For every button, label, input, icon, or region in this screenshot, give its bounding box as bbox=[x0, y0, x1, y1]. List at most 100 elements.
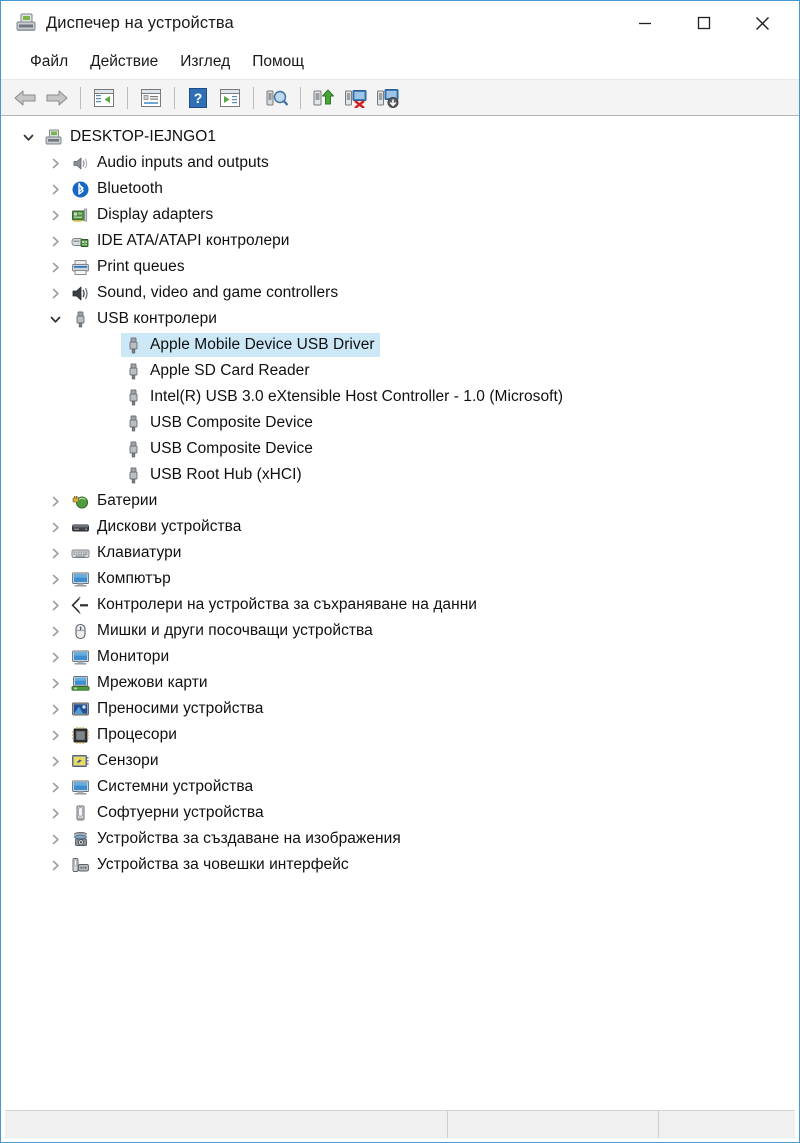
chevron-right-icon[interactable] bbox=[42, 488, 68, 514]
menu-item-view[interactable]: Изглед bbox=[169, 50, 241, 75]
tree-node-content[interactable]: IDE ATA/ATAPI контролери bbox=[68, 229, 295, 253]
tree-node-content[interactable]: Устройства за човешки интерфейс bbox=[68, 853, 354, 877]
tree-node[interactable]: Дискови устройства bbox=[1, 514, 799, 540]
tree-node-content[interactable]: DESKTOP-IEJNGO1 bbox=[41, 125, 221, 149]
enable-device-icon[interactable] bbox=[372, 84, 404, 112]
chevron-right-icon[interactable] bbox=[42, 254, 68, 280]
chevron-right-icon[interactable] bbox=[42, 826, 68, 852]
chevron-right-icon[interactable] bbox=[42, 150, 68, 176]
tree-node-content[interactable]: Монитори bbox=[68, 645, 174, 669]
chevron-right-icon[interactable] bbox=[42, 280, 68, 306]
tree-node[interactable]: Print queues bbox=[1, 254, 799, 280]
help-icon[interactable]: ? bbox=[182, 84, 214, 112]
minimize-button[interactable] bbox=[622, 8, 668, 38]
menu-item-help[interactable]: Помощ bbox=[241, 50, 315, 75]
tree-node[interactable]: Bluetooth bbox=[1, 176, 799, 202]
tree-node[interactable]: USB Composite Device bbox=[1, 436, 799, 462]
tree-node[interactable]: Процесори bbox=[1, 722, 799, 748]
tree-node[interactable]: Клавиатури bbox=[1, 540, 799, 566]
tree-node-content[interactable]: Print queues bbox=[68, 255, 190, 279]
chevron-right-icon[interactable] bbox=[42, 228, 68, 254]
tree-node[interactable]: Устройства за създаване на изображения bbox=[1, 826, 799, 852]
tree-node[interactable]: Apple Mobile Device USB Driver bbox=[1, 332, 799, 358]
chevron-right-icon[interactable] bbox=[42, 540, 68, 566]
chevron-right-icon[interactable] bbox=[42, 748, 68, 774]
chevron-right-icon[interactable] bbox=[42, 722, 68, 748]
tree-node-content[interactable]: USB Composite Device bbox=[121, 411, 318, 435]
tree-node-content[interactable]: Мишки и други посочващи устройства bbox=[68, 619, 378, 643]
tree-node[interactable]: Мрежови карти bbox=[1, 670, 799, 696]
status-pane-main bbox=[5, 1111, 448, 1138]
tree-node-content[interactable]: USB Composite Device bbox=[121, 437, 318, 461]
tree-node-content[interactable]: Мрежови карти bbox=[68, 671, 213, 695]
tree-node-content[interactable]: Display adapters bbox=[68, 203, 218, 227]
tree-node[interactable]: Display adapters bbox=[1, 202, 799, 228]
tree-node[interactable]: Сензори bbox=[1, 748, 799, 774]
forward-arrow-icon[interactable] bbox=[41, 84, 73, 112]
tree-node-content[interactable]: Sound, video and game controllers bbox=[68, 281, 343, 305]
chevron-right-icon[interactable] bbox=[42, 202, 68, 228]
chevron-right-icon[interactable] bbox=[42, 644, 68, 670]
tree-node[interactable]: Sound, video and game controllers bbox=[1, 280, 799, 306]
show-hide-console-tree-icon[interactable] bbox=[88, 84, 120, 112]
maximize-button[interactable] bbox=[681, 8, 727, 38]
tree-node-content[interactable]: Софтуерни устройства bbox=[68, 801, 269, 825]
chevron-right-icon[interactable] bbox=[42, 566, 68, 592]
scan-for-hardware-changes-icon[interactable] bbox=[261, 84, 293, 112]
device-tree[interactable]: DESKTOP-IEJNGO1 Audio inputs and outputs B… bbox=[1, 116, 799, 1104]
tree-node-content[interactable]: Процесори bbox=[68, 723, 182, 747]
tree-node[interactable]: Audio inputs and outputs bbox=[1, 150, 799, 176]
properties-icon[interactable] bbox=[135, 84, 167, 112]
close-button[interactable] bbox=[739, 8, 785, 38]
chevron-down-icon[interactable] bbox=[15, 124, 41, 150]
tree-node-content[interactable]: Bluetooth bbox=[68, 177, 168, 201]
tree-node-content[interactable]: Контролери на устройства за съхраняване … bbox=[68, 593, 482, 617]
tree-node-content[interactable]: Сензори bbox=[68, 749, 164, 773]
chevron-right-icon[interactable] bbox=[42, 696, 68, 722]
tree-node-content[interactable]: Батерии bbox=[68, 489, 162, 513]
tree-node[interactable]: Преносими устройства bbox=[1, 696, 799, 722]
chevron-right-icon[interactable] bbox=[42, 514, 68, 540]
menu-item-file[interactable]: Файл bbox=[19, 50, 79, 75]
tree-node-content[interactable]: USB Root Hub (xHCI) bbox=[121, 463, 307, 487]
tree-node-content[interactable]: Преносими устройства bbox=[68, 697, 268, 721]
tree-node-content[interactable]: Intel(R) USB 3.0 eXtensible Host Control… bbox=[121, 385, 568, 409]
update-driver-icon[interactable] bbox=[308, 84, 340, 112]
tree-node[interactable]: USB контролери bbox=[1, 306, 799, 332]
tree-node-content[interactable]: Клавиатури bbox=[68, 541, 187, 565]
uninstall-device-icon[interactable] bbox=[340, 84, 372, 112]
chevron-right-icon[interactable] bbox=[42, 618, 68, 644]
chevron-right-icon[interactable] bbox=[42, 774, 68, 800]
tree-node-content[interactable]: USB контролери bbox=[68, 307, 222, 331]
chevron-right-icon[interactable] bbox=[42, 592, 68, 618]
chevron-right-icon[interactable] bbox=[42, 852, 68, 878]
tree-node-content[interactable]: Audio inputs and outputs bbox=[68, 151, 274, 175]
tree-node-content[interactable]: Apple SD Card Reader bbox=[121, 359, 315, 383]
tree-node[interactable]: USB Composite Device bbox=[1, 410, 799, 436]
tree-node[interactable]: Софтуерни устройства bbox=[1, 800, 799, 826]
tree-node-content[interactable]: Дискови устройства bbox=[68, 515, 246, 539]
tree-node-content[interactable]: Apple Mobile Device USB Driver bbox=[121, 333, 380, 357]
tree-node[interactable]: Intel(R) USB 3.0 eXtensible Host Control… bbox=[1, 384, 799, 410]
chevron-right-icon[interactable] bbox=[42, 800, 68, 826]
tree-node[interactable]: Контролери на устройства за съхраняване … bbox=[1, 592, 799, 618]
tree-node[interactable]: Apple SD Card Reader bbox=[1, 358, 799, 384]
tree-node[interactable]: Мишки и други посочващи устройства bbox=[1, 618, 799, 644]
tree-node-content[interactable]: Устройства за създаване на изображения bbox=[68, 827, 406, 851]
tree-node[interactable]: Компютър bbox=[1, 566, 799, 592]
tree-node[interactable]: Батерии bbox=[1, 488, 799, 514]
chevron-right-icon[interactable] bbox=[42, 176, 68, 202]
back-arrow-icon[interactable] bbox=[9, 84, 41, 112]
chevron-down-icon[interactable] bbox=[42, 306, 68, 332]
tree-node[interactable]: Монитори bbox=[1, 644, 799, 670]
tree-node[interactable]: Системни устройства bbox=[1, 774, 799, 800]
tree-node[interactable]: Устройства за човешки интерфейс bbox=[1, 852, 799, 878]
show-action-pane-icon[interactable] bbox=[214, 84, 246, 112]
tree-node[interactable]: DESKTOP-IEJNGO1 bbox=[1, 124, 799, 150]
chevron-right-icon[interactable] bbox=[42, 670, 68, 696]
tree-node[interactable]: USB Root Hub (xHCI) bbox=[1, 462, 799, 488]
tree-node-content[interactable]: Компютър bbox=[68, 567, 176, 591]
tree-node-content[interactable]: Системни устройства bbox=[68, 775, 258, 799]
menu-item-action[interactable]: Действие bbox=[79, 50, 169, 75]
tree-node[interactable]: IDE ATA/ATAPI контролери bbox=[1, 228, 799, 254]
